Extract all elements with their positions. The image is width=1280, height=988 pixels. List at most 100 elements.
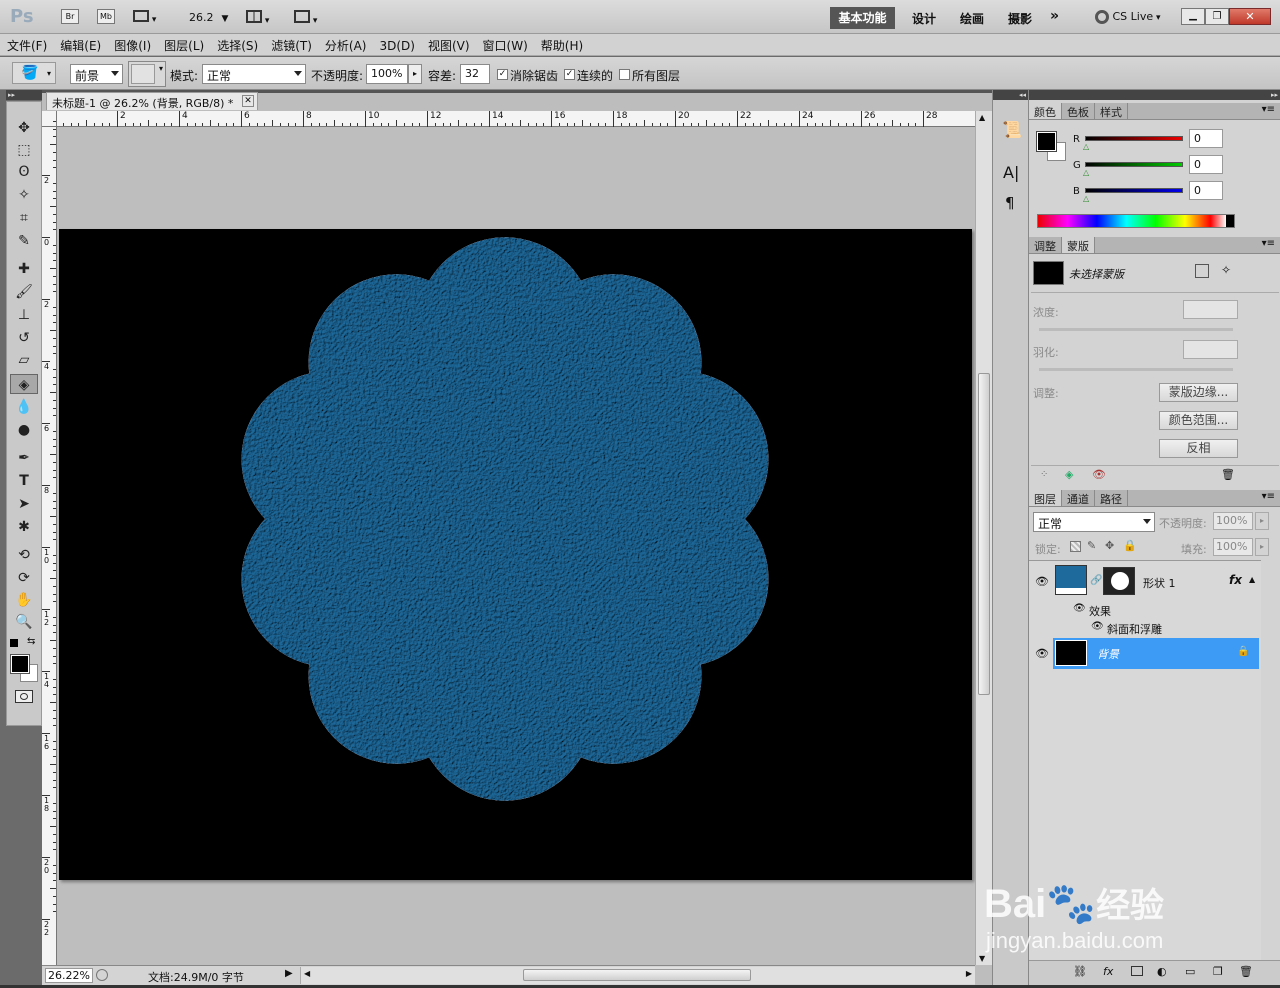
eyedropper-tool-icon[interactable]: ✎	[10, 231, 38, 251]
horizontal-scrollbar[interactable]: ◀ ▶	[300, 967, 975, 984]
antialias-checkbox[interactable]: ✓	[497, 69, 508, 80]
dodge-tool-icon[interactable]: ●	[10, 420, 38, 440]
3d-orbit-tool-icon[interactable]: ⟳	[10, 568, 38, 588]
history-brush-tool-icon[interactable]: ↺	[10, 328, 38, 348]
scroll-left-arrow[interactable]: ◀	[304, 969, 310, 978]
document-tab[interactable]: 未标题-1 @ 26.2% (背景, RGB/8) * ✕	[46, 92, 258, 110]
fill-arrow[interactable]: ▸	[1255, 538, 1269, 556]
layer-row-background[interactable]: 背景 🔒	[1053, 638, 1259, 669]
bevel-emboss-row[interactable]: 👁 斜面和浮雕	[1029, 619, 1259, 637]
lock-position-icon[interactable]: ✥	[1105, 539, 1114, 552]
status-zoom[interactable]: 26.22%	[45, 968, 93, 983]
new-group-icon[interactable]: ▭	[1185, 965, 1195, 978]
layer-row-shape[interactable]: 👁 🔗 形状 1 fx ▲	[1029, 563, 1259, 601]
paint-bucket-tool-icon[interactable]: ◈	[10, 374, 38, 394]
feather-slider[interactable]	[1039, 368, 1233, 371]
red-input[interactable]: 0	[1189, 129, 1223, 148]
blue-slider[interactable]	[1085, 188, 1183, 193]
lock-image-icon[interactable]: ✎	[1087, 539, 1096, 552]
delete-mask-icon[interactable]: 🗑	[1221, 468, 1235, 481]
lock-all-icon[interactable]: 🔒	[1123, 539, 1137, 552]
history-panel-icon[interactable]: 📜	[1002, 120, 1022, 139]
foreground-color-swatch[interactable]	[10, 654, 30, 674]
color-panel-fg-swatch[interactable]	[1036, 131, 1057, 152]
scroll-down-arrow[interactable]: ▼	[979, 954, 985, 963]
link-icon[interactable]: 🔗	[1090, 575, 1102, 586]
menu-layer[interactable]: 图层(L)	[157, 34, 210, 54]
shape-tool-icon[interactable]: ✱	[10, 517, 38, 537]
opacity-input[interactable]: 100%	[366, 64, 408, 84]
restore-button[interactable]: ❐	[1205, 8, 1229, 25]
quick-select-tool-icon[interactable]: ✧	[10, 185, 38, 205]
density-input[interactable]	[1183, 300, 1238, 319]
default-colors-icon[interactable]	[10, 639, 18, 647]
tolerance-input[interactable]: 32	[460, 64, 490, 84]
color-spectrum-bar[interactable]	[1037, 214, 1235, 228]
close-button[interactable]: ✕	[1229, 8, 1271, 25]
vertical-scrollbar[interactable]: ▲ ▼	[975, 111, 992, 965]
toggle-mask-icon[interactable]: 👁	[1092, 468, 1106, 481]
vector-mask-thumbnail[interactable]	[1103, 567, 1135, 595]
workspace-painting[interactable]: 绘画	[960, 10, 984, 27]
panel-menu-icon[interactable]: ▾≡	[1262, 104, 1275, 115]
link-layers-icon[interactable]: ⛓	[1073, 965, 1087, 978]
tab-adjustments[interactable]: 调整	[1029, 237, 1062, 253]
lock-transparency-icon[interactable]	[1070, 541, 1081, 552]
all-layers-checkbox[interactable]	[619, 69, 630, 80]
blue-input[interactable]: 0	[1189, 181, 1223, 200]
type-tool-icon[interactable]: T	[10, 471, 38, 491]
color-range-button[interactable]: 颜色范围...	[1159, 411, 1238, 430]
crop-tool-icon[interactable]: ⌗	[10, 208, 38, 228]
close-tab-icon[interactable]: ✕	[242, 95, 254, 107]
menu-3d[interactable]: 3D(D)	[372, 36, 420, 53]
apply-mask-icon[interactable]: ◈	[1065, 468, 1073, 481]
toolbox-header[interactable]: ▸▸	[6, 90, 42, 100]
healing-brush-tool-icon[interactable]: ✚	[10, 259, 38, 279]
effects-eye-icon[interactable]: 👁	[1073, 603, 1086, 614]
menu-help[interactable]: 帮助(H)	[534, 34, 589, 54]
pixel-mask-icon[interactable]	[1195, 264, 1209, 278]
3d-rotate-tool-icon[interactable]: ⟲	[10, 545, 38, 565]
new-layer-icon[interactable]: ❐	[1213, 965, 1223, 978]
new-adjustment-icon[interactable]: ◐	[1157, 965, 1167, 978]
add-style-icon[interactable]: fx	[1103, 965, 1113, 978]
screen-mode-button[interactable]: ▾	[294, 10, 326, 26]
document-canvas[interactable]	[59, 229, 972, 880]
pattern-picker[interactable]: ▾	[128, 61, 166, 87]
tab-color[interactable]: 颜色	[1029, 103, 1062, 119]
menu-image[interactable]: 图像(I)	[107, 34, 157, 54]
visibility-eye-icon[interactable]: 👁	[1033, 575, 1051, 588]
fill-input[interactable]: 100%	[1213, 538, 1253, 556]
horizontal-scroll-thumb[interactable]	[523, 969, 751, 981]
menu-view[interactable]: 视图(V)	[421, 34, 476, 54]
view-extras-button[interactable]: ▾	[133, 10, 163, 25]
zoom-tool-icon[interactable]: 🔍	[10, 612, 38, 632]
scroll-up-arrow[interactable]: ▲	[979, 113, 985, 122]
expand-effects-icon[interactable]: ▲	[1249, 575, 1255, 584]
background-visibility-eye-icon[interactable]: 👁	[1033, 647, 1051, 660]
path-select-tool-icon[interactable]: ➤	[10, 494, 38, 514]
blur-tool-icon[interactable]: 💧	[10, 397, 38, 417]
add-mask-icon[interactable]	[1131, 966, 1143, 976]
layer-effects-row[interactable]: 👁 效果	[1029, 601, 1259, 619]
scroll-right-arrow[interactable]: ▶	[966, 969, 972, 978]
blend-mode-select[interactable]: 正常	[1033, 512, 1155, 532]
more-workspaces-button[interactable]: »	[1050, 8, 1059, 24]
workspace-photography[interactable]: 摄影	[1008, 10, 1032, 27]
menu-edit[interactable]: 编辑(E)	[53, 34, 107, 54]
feather-input[interactable]	[1183, 340, 1238, 359]
layers-panel-menu-icon[interactable]: ▾≡	[1262, 491, 1275, 502]
load-selection-icon[interactable]: ⁘	[1040, 469, 1048, 480]
menu-window[interactable]: 窗口(W)	[476, 34, 534, 54]
workspace-basic[interactable]: 基本功能	[830, 7, 895, 29]
flower-shape[interactable]	[59, 229, 972, 880]
menu-analysis[interactable]: 分析(A)	[318, 34, 373, 54]
ruler-origin[interactable]	[42, 111, 57, 127]
mode-select[interactable]: 正常	[202, 64, 306, 84]
green-input[interactable]: 0	[1189, 155, 1223, 174]
mini-bridge-button[interactable]: Mb	[97, 9, 115, 24]
tab-swatches[interactable]: 色板	[1062, 103, 1095, 119]
opacity-slider-button[interactable]: ▸	[408, 64, 422, 84]
paragraph-panel-icon[interactable]: ¶	[1005, 194, 1015, 212]
tool-preset-picker[interactable]: 🪣 ▾	[12, 62, 56, 84]
